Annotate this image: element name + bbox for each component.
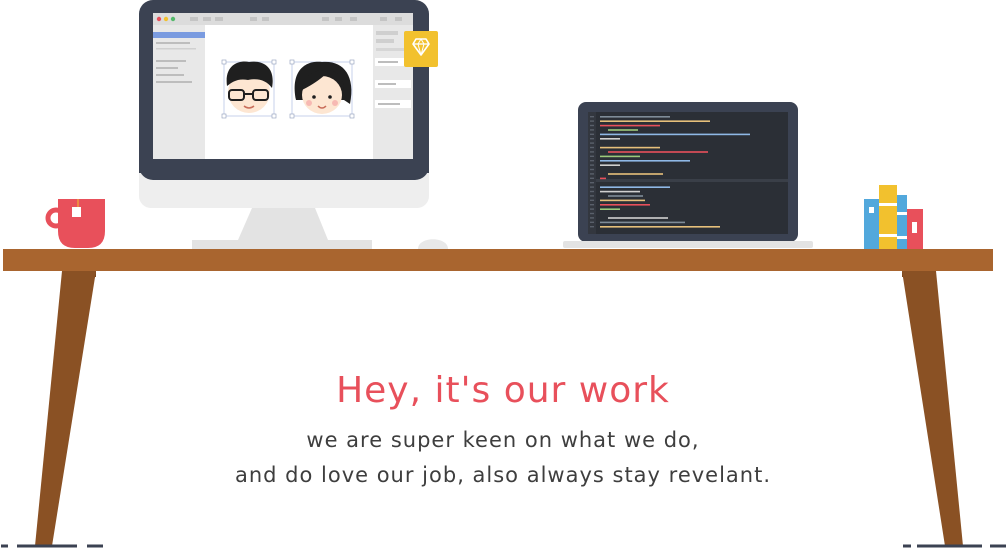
line-number bbox=[590, 142, 594, 144]
line-number bbox=[590, 146, 594, 149]
line-number bbox=[590, 155, 594, 157]
line-number bbox=[590, 173, 594, 175]
line-number bbox=[590, 177, 594, 179]
line-number bbox=[590, 124, 594, 127]
code-line bbox=[600, 146, 660, 149]
code-line bbox=[600, 204, 650, 206]
line-number bbox=[590, 133, 594, 135]
line-number bbox=[590, 116, 594, 118]
line-number bbox=[590, 138, 594, 140]
code-line bbox=[608, 173, 663, 175]
code-line bbox=[600, 190, 640, 193]
line-number bbox=[590, 208, 594, 210]
line-number bbox=[590, 204, 594, 206]
line-number bbox=[590, 217, 594, 219]
line-number bbox=[590, 168, 594, 171]
code-line bbox=[600, 133, 750, 136]
code-line bbox=[600, 155, 640, 158]
design-app-window bbox=[153, 13, 413, 159]
desktop-monitor bbox=[139, 0, 438, 249]
code-line bbox=[600, 186, 670, 188]
line-number bbox=[590, 164, 594, 166]
line-number bbox=[590, 186, 594, 188]
code-line bbox=[608, 217, 668, 219]
laptop bbox=[563, 102, 813, 248]
code-line bbox=[608, 151, 708, 153]
tagline-line-2: and do love our job, also always stay re… bbox=[234, 463, 772, 487]
code-line bbox=[608, 195, 643, 197]
code-line bbox=[600, 199, 645, 202]
line-number bbox=[590, 226, 594, 228]
line-number bbox=[590, 190, 594, 193]
code-line bbox=[600, 138, 620, 140]
line-number bbox=[590, 212, 594, 215]
line-number bbox=[590, 160, 594, 162]
code-line bbox=[600, 221, 685, 224]
line-number bbox=[590, 151, 594, 153]
code-line bbox=[600, 208, 620, 210]
code-line bbox=[600, 164, 620, 166]
books-icon bbox=[864, 185, 923, 249]
code-line bbox=[600, 116, 670, 118]
sketch-diamond-icon bbox=[404, 31, 438, 67]
tea-mug-icon bbox=[45, 199, 105, 248]
line-number bbox=[590, 129, 594, 131]
code-line bbox=[600, 120, 710, 122]
headline: Hey, it's our work bbox=[336, 370, 670, 411]
line-number bbox=[590, 221, 594, 223]
tagline-line-1: we are super keen on what we do, bbox=[306, 428, 700, 452]
code-line bbox=[600, 226, 720, 228]
line-number bbox=[590, 182, 594, 184]
line-number bbox=[590, 120, 594, 122]
line-number bbox=[590, 199, 594, 201]
code-line bbox=[600, 177, 606, 180]
line-number bbox=[590, 195, 594, 197]
code-line bbox=[608, 129, 638, 131]
code-line bbox=[600, 160, 690, 162]
code-line bbox=[600, 124, 660, 127]
computer-mouse bbox=[418, 239, 448, 249]
